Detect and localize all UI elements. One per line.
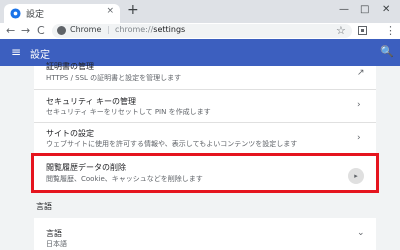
reload-button[interactable]: C [37,24,45,38]
chrome-menu-icon[interactable]: ⋮ [385,24,396,38]
forward-button[interactable]: → [21,24,30,38]
site-settings-row[interactable]: サイトの設定 ウェブサイトに使用を許可する情報や、表示してもよいコンテンツを設定… [34,123,376,154]
search-icon[interactable]: 🔍 [380,45,394,58]
address-bar[interactable]: Chrome | chrome://settings [52,24,352,38]
row-subtitle: ウェブサイトに使用を許可する情報や、表示してもよいコンテンツを設定します [46,140,298,148]
row-title: 証明書の管理 [46,62,94,71]
new-tab-button[interactable]: + [127,3,139,17]
url-path: settings [153,25,186,34]
chevron-right-icon: › [357,133,361,143]
minimize-button[interactable]: — [339,3,349,17]
row-subtitle: 日本語 [46,240,67,248]
clear-browsing-data-row[interactable]: 閲覧履歴データの削除 閲覧履歴、Cookie、キャッシュなどを削除します ▸ [31,153,379,193]
tab-strip: 設定 × + — □ ✕ [0,0,400,23]
section-title-languages: 言語 [36,202,52,211]
browser-toolbar: ← → C Chrome | chrome://settings ☆ ⋮ [0,23,400,39]
back-button[interactable]: ← [6,24,15,38]
row-title: サイトの設定 [46,129,94,138]
site-label: Chrome [70,25,102,34]
url-scheme: chrome:// [115,25,154,34]
chrome-icon [57,26,66,35]
row-title: セキュリティ キーの管理 [46,97,137,106]
languages-card: 言語 日本語 ⌄ [34,218,376,250]
row-subtitle: セキュリティ キーをリセットして PIN を作成します [46,108,211,116]
tab-title: 設定 [26,10,45,20]
gear-icon [10,8,21,19]
row-title: 言語 [46,229,62,238]
row-subtitle: HTTPS / SSL の証明書と設定を管理します [46,74,182,82]
omnibox-separator: | [107,25,110,34]
maximize-button[interactable]: □ [360,3,369,17]
manage-certificates-row[interactable]: 証明書の管理 HTTPS / SSL の証明書と設定を管理します ↗ [34,62,376,85]
page-title: 設定 [30,50,50,61]
bookmark-star-icon[interactable]: ☆ [336,24,346,38]
highlight-box [31,153,379,193]
privacy-security-card: 証明書の管理 HTTPS / SSL の証明書と設定を管理します ↗ セキュリテ… [31,62,379,193]
language-row[interactable]: 言語 日本語 ⌄ [34,218,376,250]
window-close-button[interactable]: ✕ [382,3,390,17]
security-keys-row[interactable]: セキュリティ キーの管理 セキュリティ キーをリセットして PIN を作成します… [34,90,376,121]
chevron-down-icon[interactable]: ⌄ [357,228,365,238]
extension-icon[interactable] [358,26,367,35]
external-link-icon[interactable]: ↗ [357,68,365,78]
tab-settings[interactable]: 設定 × [4,4,120,23]
chevron-right-icon: › [357,100,361,110]
url-text: chrome://settings [115,25,185,34]
hamburger-menu-icon[interactable]: ≡ [11,46,21,59]
close-tab-icon[interactable]: × [106,6,114,16]
